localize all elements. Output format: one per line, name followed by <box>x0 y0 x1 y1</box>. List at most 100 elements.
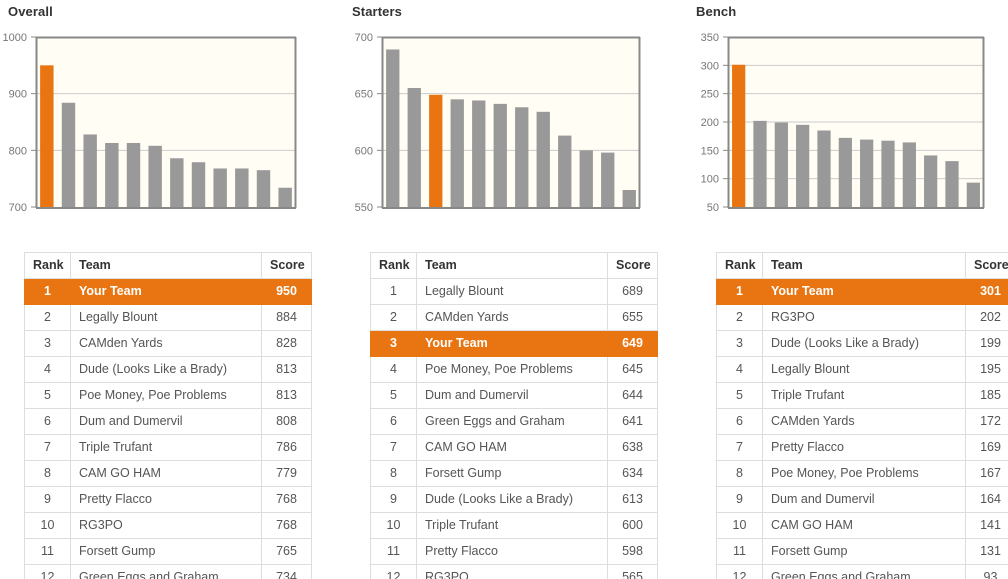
cell-score: 131 <box>965 538 1008 565</box>
cell-team: Forsett Gump <box>762 538 966 565</box>
cell-score: 655 <box>607 304 658 331</box>
rank-table-overall: Rank Team Score 1 Your Team 950 2 Legally Bl… <box>24 252 312 579</box>
cell-rank: 1 <box>370 278 417 305</box>
cell-rank: 3 <box>24 330 71 357</box>
bar-2 <box>83 134 97 207</box>
chart-overall: 700 800 900 1000 <box>0 29 340 229</box>
cell-rank: 11 <box>370 538 417 565</box>
cell-score: 199 <box>965 330 1008 357</box>
table-row[interactable]: 10 Triple Trufant 600 <box>370 512 658 539</box>
bar-chart-overall-svg: 700 800 900 1000 <box>3 32 297 214</box>
table-row[interactable]: 9 Pretty Flacco 768 <box>24 486 312 513</box>
table-row[interactable]: 4 Poe Money, Poe Problems 645 <box>370 356 658 383</box>
table-row[interactable]: 7 Triple Trufant 786 <box>24 434 312 461</box>
cell-team: Your Team <box>762 278 966 305</box>
cell-rank: 2 <box>24 304 71 331</box>
bar-chart-starters-svg: 550 600 650 700 <box>355 32 641 214</box>
bar-4 <box>472 100 486 207</box>
table-row[interactable]: 2 RG3PO 202 <box>716 304 1008 331</box>
table-row[interactable]: 12 Green Eggs and Graham 734 <box>24 564 312 579</box>
cell-rank: 9 <box>370 486 417 513</box>
bar-1 <box>753 120 767 207</box>
bar-8 <box>213 168 227 207</box>
cell-rank: 10 <box>370 512 417 539</box>
table-row[interactable]: 3 Your Team 649 <box>370 330 658 357</box>
header-score: Score <box>261 252 312 279</box>
svg-text:600: 600 <box>355 145 373 157</box>
table-row[interactable]: 11 Forsett Gump 765 <box>24 538 312 565</box>
cell-team: Forsett Gump <box>70 538 262 565</box>
table-row[interactable]: 12 RG3PO 565 <box>370 564 658 579</box>
bar-5 <box>838 137 852 207</box>
cell-rank: 2 <box>370 304 417 331</box>
cell-rank: 6 <box>716 408 763 435</box>
table-row[interactable]: 8 Poe Money, Poe Problems 167 <box>716 460 1008 487</box>
table-row[interactable]: 5 Triple Trufant 185 <box>716 382 1008 409</box>
table-row[interactable]: 10 RG3PO 768 <box>24 512 312 539</box>
table-row[interactable]: 12 Green Eggs and Graham 93 <box>716 564 1008 579</box>
svg-text:50: 50 <box>707 202 719 214</box>
table-row[interactable]: 5 Poe Money, Poe Problems 813 <box>24 382 312 409</box>
cell-score: 202 <box>965 304 1008 331</box>
cell-team: Your Team <box>70 278 262 305</box>
cell-score: 638 <box>607 434 658 461</box>
table-row[interactable]: 1 Legally Blount 689 <box>370 278 658 305</box>
cell-score: 167 <box>965 460 1008 487</box>
cell-team: CAMden Yards <box>762 408 966 435</box>
bar-4 <box>126 142 141 207</box>
svg-text:800: 800 <box>9 145 27 157</box>
table-row[interactable]: 11 Pretty Flacco 598 <box>370 538 658 565</box>
cell-team: Legally Blount <box>416 278 608 305</box>
cell-team: Triple Trufant <box>416 512 608 539</box>
chart-bench: 50 100 150 200 250 300 350 <box>688 29 1008 229</box>
cell-score: 779 <box>261 460 312 487</box>
cell-team: Dude (Looks Like a Brady) <box>70 356 262 383</box>
table-row[interactable]: 6 CAMden Yards 172 <box>716 408 1008 435</box>
table-row[interactable]: 1 Your Team 950 <box>24 278 312 305</box>
cell-score: 950 <box>261 278 312 305</box>
table-row[interactable]: 10 CAM GO HAM 141 <box>716 512 1008 539</box>
table-row[interactable]: 7 CAM GO HAM 638 <box>370 434 658 461</box>
table-header-row: Rank Team Score <box>370 252 658 279</box>
table-row[interactable]: 2 Legally Blount 884 <box>24 304 312 331</box>
table-row[interactable]: 3 Dude (Looks Like a Brady) 199 <box>716 330 1008 357</box>
bar-9 <box>235 168 249 207</box>
table-row[interactable]: 8 CAM GO HAM 779 <box>24 460 312 487</box>
panel-overall: Overall 700 800 900 1000 <box>0 0 340 229</box>
bar-3 <box>450 99 464 207</box>
table-row[interactable]: 8 Forsett Gump 634 <box>370 460 658 487</box>
bar-11 <box>622 190 636 207</box>
svg-text:650: 650 <box>355 89 373 101</box>
table-row[interactable]: 4 Legally Blount 195 <box>716 356 1008 383</box>
table-row[interactable]: 5 Dum and Dumervil 644 <box>370 382 658 409</box>
svg-text:300: 300 <box>701 60 719 72</box>
bar-2 <box>429 94 443 207</box>
bar-10 <box>601 152 615 207</box>
header-team: Team <box>70 252 262 279</box>
cell-score: 195 <box>965 356 1008 383</box>
table-row[interactable]: 2 CAMden Yards 655 <box>370 304 658 331</box>
table-row[interactable]: 7 Pretty Flacco 169 <box>716 434 1008 461</box>
cell-team: Poe Money, Poe Problems <box>762 460 966 487</box>
table-row[interactable]: 6 Green Eggs and Graham 641 <box>370 408 658 435</box>
table-row[interactable]: 3 CAMden Yards 828 <box>24 330 312 357</box>
table-row[interactable]: 9 Dum and Dumervil 164 <box>716 486 1008 513</box>
table-row[interactable]: 6 Dum and Dumervil 808 <box>24 408 312 435</box>
rank-table-starters: Rank Team Score 1 Legally Blount 689 2 CAMde… <box>370 252 658 579</box>
bar-0 <box>386 49 400 207</box>
table-row[interactable]: 11 Forsett Gump 131 <box>716 538 1008 565</box>
cell-rank: 12 <box>716 564 763 579</box>
table-row[interactable]: 4 Dude (Looks Like a Brady) 813 <box>24 356 312 383</box>
cell-rank: 2 <box>716 304 763 331</box>
header-rank: Rank <box>716 252 763 279</box>
header-rank: Rank <box>24 252 71 279</box>
cell-score: 613 <box>607 486 658 513</box>
table-row[interactable]: 1 Your Team 301 <box>716 278 1008 305</box>
cell-score: 645 <box>607 356 658 383</box>
table-body-bench: 1 Your Team 301 2 RG3PO 202 3 Dude (Looks Like … <box>716 278 1008 579</box>
table-body-overall: 1 Your Team 950 2 Legally Blount 884 3 CAMden Y… <box>24 278 312 579</box>
cell-team: Poe Money, Poe Problems <box>70 382 262 409</box>
cell-rank: 9 <box>716 486 763 513</box>
table-row[interactable]: 9 Dude (Looks Like a Brady) 613 <box>370 486 658 513</box>
cell-team: CAMden Yards <box>70 330 262 357</box>
